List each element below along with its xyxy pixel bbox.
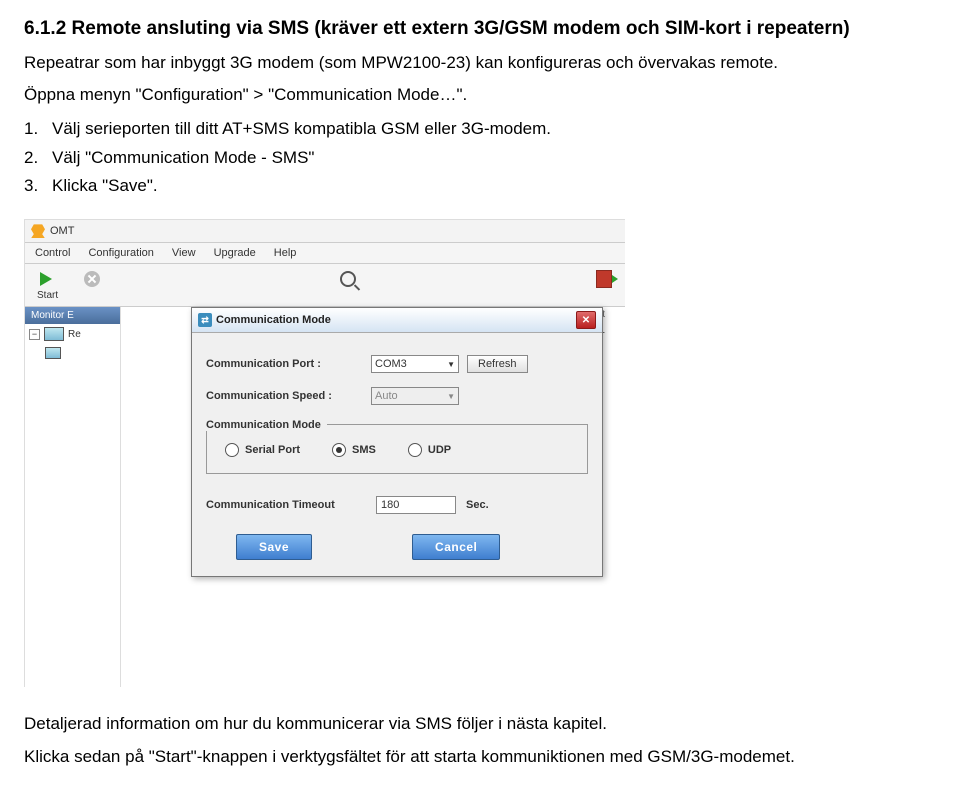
cancel-button[interactable]: Cancel: [412, 534, 500, 560]
comm-speed-value: Auto: [375, 390, 398, 402]
comm-speed-label: Communication Speed :: [206, 390, 371, 402]
comm-port-label: Communication Port :: [206, 358, 371, 370]
dialog-icon: ⇄: [198, 313, 212, 327]
magnifier-icon: [340, 271, 356, 287]
step-2: 2.Välj "Communication Mode - SMS": [24, 144, 936, 173]
start-button[interactable]: [35, 268, 57, 290]
intro-para-1: Repeatrar som har inbyggt 3G modem (som …: [24, 50, 936, 76]
stop-button[interactable]: [81, 268, 103, 290]
menu-view[interactable]: View: [172, 247, 196, 259]
radio-icon: [332, 443, 346, 457]
radio-sms-label: SMS: [352, 444, 376, 456]
mode-group-label: Communication Mode: [206, 419, 327, 431]
step-3-text: Klicka "Save".: [52, 176, 158, 195]
menu-control[interactable]: Control: [35, 247, 70, 259]
timeout-unit: Sec.: [466, 499, 489, 511]
exit-button[interactable]: [593, 268, 615, 290]
refresh-button[interactable]: Refresh: [467, 355, 528, 373]
tree-root-label: Re: [68, 329, 81, 340]
dialog-title: Communication Mode: [216, 314, 331, 326]
comm-speed-select: Auto ▼: [371, 387, 459, 405]
right-pane: peat 4-11 ⇄ Communication Mode ✕ Communi…: [121, 307, 625, 687]
tree-root-row[interactable]: − Re: [25, 324, 120, 344]
left-pane: Monitor E − Re: [25, 307, 121, 687]
save-button[interactable]: Save: [236, 534, 312, 560]
chevron-down-icon: ▼: [447, 360, 455, 369]
radio-udp-label: UDP: [428, 444, 451, 456]
toolbar: [25, 264, 625, 290]
left-pane-header: Monitor E: [25, 307, 120, 324]
chevron-down-icon: ▼: [447, 392, 455, 401]
radio-icon: [225, 443, 239, 457]
radio-icon: [408, 443, 422, 457]
stop-icon: [84, 271, 100, 287]
timeout-input[interactable]: 180: [376, 496, 456, 514]
footer-para-1: Detaljerad information om hur du kommuni…: [24, 711, 936, 737]
comm-port-value: COM3: [375, 358, 407, 370]
section-heading: 6.1.2 Remote ansluting via SMS (kräver e…: [24, 18, 936, 40]
tree-child-row[interactable]: [25, 344, 120, 362]
step-1: 1.Välj serieporten till ditt AT+SMS komp…: [24, 115, 936, 144]
dialog-close-button[interactable]: ✕: [576, 311, 596, 329]
main-area: Monitor E − Re peat 4-11 ⇄: [25, 307, 625, 687]
window-title: OMT: [50, 225, 74, 237]
device-icon: [44, 327, 64, 341]
comm-port-select[interactable]: COM3 ▼: [371, 355, 459, 373]
step-2-text: Välj "Communication Mode - SMS": [52, 148, 314, 167]
step-1-text: Välj serieporten till ditt AT+SMS kompat…: [52, 119, 551, 138]
footer-para-2: Klicka sedan på "Start"-knappen i verkty…: [24, 744, 936, 770]
radio-serial-port-label: Serial Port: [245, 444, 300, 456]
play-icon: [40, 272, 52, 286]
tree-collapse-icon[interactable]: −: [29, 329, 40, 340]
toolbar-start-label: Start: [37, 290, 58, 301]
menu-configuration[interactable]: Configuration: [88, 247, 153, 259]
menubar: Control Configuration View Upgrade Help: [25, 243, 625, 264]
app-icon: [31, 224, 45, 238]
timeout-label: Communication Timeout: [206, 499, 376, 511]
radio-udp[interactable]: UDP: [408, 443, 451, 457]
menu-help[interactable]: Help: [274, 247, 297, 259]
dialog-titlebar: ⇄ Communication Mode ✕: [192, 308, 602, 333]
intro-para-2: Öppna menyn "Configuration" > "Communica…: [24, 82, 936, 108]
exit-icon: [596, 270, 612, 288]
window-titlebar: OMT: [25, 220, 625, 243]
device-child-icon: [45, 347, 61, 359]
radio-serial-port[interactable]: Serial Port: [225, 443, 300, 457]
search-button[interactable]: [337, 268, 359, 290]
menu-upgrade[interactable]: Upgrade: [214, 247, 256, 259]
app-window: OMT Control Configuration View Upgrade H…: [24, 219, 625, 687]
radio-sms[interactable]: SMS: [332, 443, 376, 457]
step-3: 3.Klicka "Save".: [24, 172, 936, 201]
communication-mode-dialog: ⇄ Communication Mode ✕ Communication Por…: [191, 307, 603, 577]
